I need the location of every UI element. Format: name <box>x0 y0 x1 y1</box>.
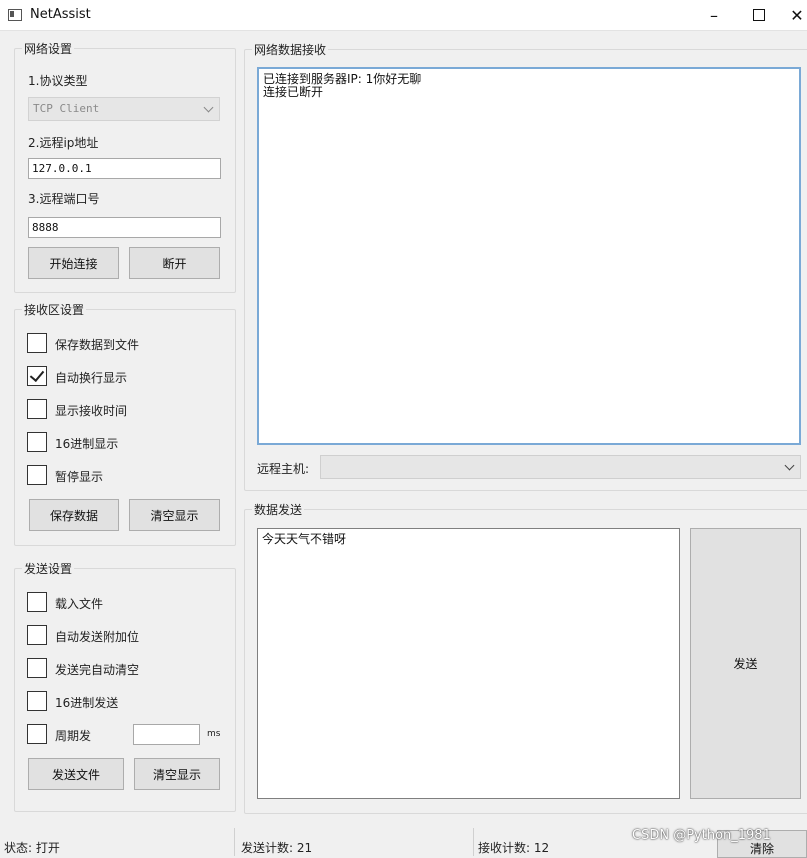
hex-send-checkbox[interactable] <box>27 691 47 711</box>
show-recv-time-checkbox[interactable] <box>27 399 47 419</box>
protocol-select[interactable]: TCP Client <box>28 97 220 121</box>
send-button[interactable]: 发送 <box>690 528 801 799</box>
hex-display-checkbox[interactable] <box>27 432 47 452</box>
window-title: NetAssist <box>30 7 91 22</box>
auto-append-checkbox[interactable] <box>27 625 47 645</box>
disconnect-button[interactable]: 断开 <box>129 247 220 279</box>
load-file-checkbox[interactable] <box>27 592 47 612</box>
remote-ip-label: 2.远程ip地址 <box>28 136 99 150</box>
save-to-file-checkbox[interactable] <box>27 333 47 353</box>
connect-button[interactable]: 开始连接 <box>28 247 119 279</box>
status-separator <box>234 828 235 856</box>
hex-send-label: 16进制发送 <box>55 696 119 710</box>
maximize-button[interactable] <box>737 0 781 30</box>
period-input[interactable] <box>133 724 200 745</box>
auto-wrap-checkbox[interactable] <box>27 366 47 386</box>
send-settings-title: 发送设置 <box>22 560 75 577</box>
clear-display-button[interactable]: 清空显示 <box>129 499 220 531</box>
remote-port-label: 3.远程端口号 <box>28 192 100 206</box>
app-icon <box>8 9 22 21</box>
watermark: CSDN @Python_1981 <box>632 828 771 843</box>
status-sent-count: 发送计数: 21 <box>241 841 313 855</box>
send-textarea[interactable]: 今天天气不错呀 <box>257 528 680 799</box>
receive-textarea[interactable]: 已连接到服务器IP: 1你好无聊 连接已断开 <box>257 67 801 445</box>
auto-clear-label: 发送完自动清空 <box>55 663 140 677</box>
maximize-icon <box>753 9 765 21</box>
show-recv-time-label: 显示接收时间 <box>55 404 128 418</box>
auto-append-label: 自动发送附加位 <box>55 630 140 644</box>
chevron-down-icon <box>203 102 214 113</box>
close-icon: ✕ <box>790 5 804 25</box>
pause-display-label: 暂停显示 <box>55 470 104 484</box>
status-recv-count: 接收计数: 12 <box>478 841 550 855</box>
status-separator <box>473 828 474 856</box>
save-data-button[interactable]: 保存数据 <box>29 499 119 531</box>
minimize-icon: – <box>710 5 718 25</box>
receive-panel-title: 网络数据接收 <box>252 41 329 58</box>
save-to-file-label: 保存数据到文件 <box>55 338 140 352</box>
load-file-label: 载入文件 <box>55 597 104 611</box>
clear-send-display-button[interactable]: 清空显示 <box>134 758 220 790</box>
auto-clear-checkbox[interactable] <box>27 658 47 678</box>
period-unit: ms <box>207 729 221 739</box>
network-settings-title: 网络设置 <box>22 40 75 57</box>
remote-port-input[interactable]: 8888 <box>28 217 221 238</box>
pause-display-checkbox[interactable] <box>27 465 47 485</box>
chevron-down-icon <box>784 460 795 471</box>
minimize-button[interactable]: – <box>692 0 736 30</box>
send-panel-title: 数据发送 <box>252 501 305 518</box>
hex-display-label: 16进制显示 <box>55 437 119 451</box>
checkmark-icon <box>29 366 45 383</box>
protocol-label: 1.协议类型 <box>28 74 88 88</box>
protocol-value: TCP Client <box>33 102 100 115</box>
periodic-send-checkbox[interactable] <box>27 724 47 744</box>
close-button[interactable]: ✕ <box>782 0 807 30</box>
auto-wrap-label: 自动换行显示 <box>55 371 128 385</box>
status-state: 状态: 打开 <box>4 841 60 855</box>
title-bar <box>0 0 807 31</box>
periodic-send-label: 周期发 <box>55 729 92 743</box>
send-file-button[interactable]: 发送文件 <box>28 758 124 790</box>
remote-host-select[interactable] <box>320 455 801 479</box>
receive-settings-title: 接收区设置 <box>22 301 87 318</box>
remote-ip-input[interactable]: 127.0.0.1 <box>28 158 221 179</box>
remote-host-label: 远程主机: <box>257 462 310 476</box>
